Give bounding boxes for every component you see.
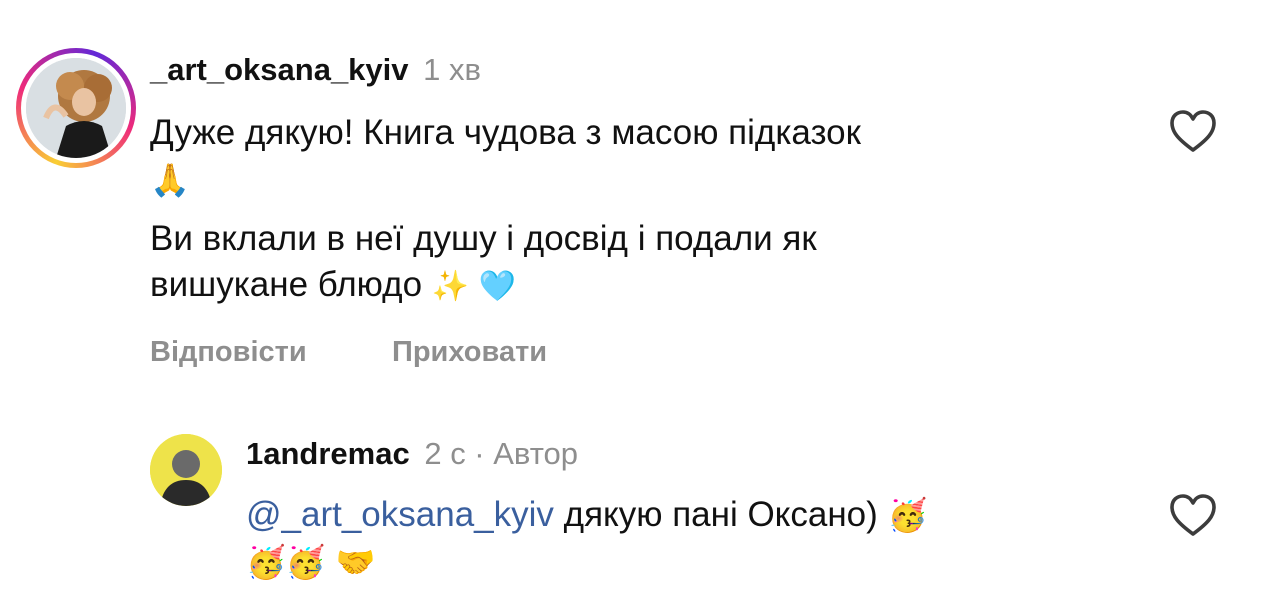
username[interactable]: 1andremac (246, 436, 410, 471)
comment-text: @_art_oksana_kyiv дякую пані Оксано) 🥳 🥳… (246, 492, 1126, 584)
timestamp-author: 2 с · Автор (424, 436, 579, 471)
comment-line: Дуже дякую! Книга чудова з масою підказо… (150, 113, 861, 152)
heart-outline-icon[interactable] (1168, 492, 1218, 538)
timestamp: 1 хв (423, 52, 481, 87)
comment-header: 1andremac 2 с · Автор (246, 436, 578, 472)
comment-item: _art_oksana_kyiv 1 хв Дуже дякую! Книга … (0, 0, 1275, 400)
avatar-photo (26, 58, 126, 158)
heart-outline-icon[interactable] (1168, 108, 1218, 154)
mention-link[interactable]: @_art_oksana_kyiv (246, 495, 554, 534)
comment-text: Дуже дякую! Книга чудова з масою підказо… (150, 110, 1150, 308)
reply-comment-item: 1andremac 2 с · Автор @_art_oksana_kyiv … (0, 420, 1275, 605)
avatar-photo (150, 434, 222, 506)
hide-button[interactable]: Приховати (392, 336, 547, 369)
pray-emoji: 🙏 (150, 161, 190, 199)
sparkles-heart-emoji: ✨ 🩵 (431, 269, 517, 304)
avatar[interactable] (150, 434, 222, 506)
username[interactable]: _art_oksana_kyiv (150, 52, 409, 87)
party-handshake-emoji: 🥳🥳 🤝 (246, 543, 376, 581)
avatar-story-ring[interactable] (16, 48, 136, 168)
comment-line: @_art_oksana_kyiv дякую пані Оксано) 🥳 (246, 495, 928, 534)
party-face-emoji: 🥳 (887, 496, 928, 534)
comment-line: вишукане блюдо ✨ 🩵 (150, 265, 517, 304)
avatar (26, 58, 126, 158)
comment-header: _art_oksana_kyiv 1 хв (150, 52, 481, 88)
comment-line: Ви вклали в неї душу і досвід і подали я… (150, 219, 817, 258)
reply-button[interactable]: Відповісти (150, 336, 307, 369)
